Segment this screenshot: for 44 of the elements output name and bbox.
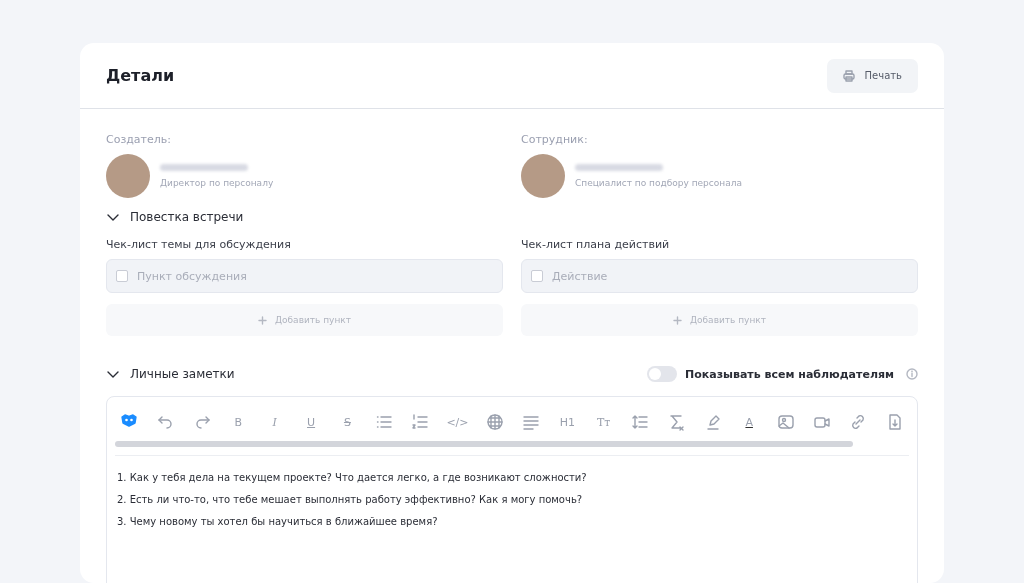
section-title: Личные заметки: [130, 367, 235, 381]
job-title: Директор по персоналу: [160, 178, 274, 188]
job-title: Специалист по подбору персонала: [575, 178, 742, 188]
avatar: [106, 154, 150, 198]
bullet-list-icon[interactable]: [374, 413, 393, 431]
clear-format-icon[interactable]: [667, 413, 686, 431]
format-button[interactable]: U: [300, 415, 322, 429]
role-label: Создатель:: [106, 133, 172, 146]
section-title: Повестка встречи: [130, 210, 244, 224]
format-button[interactable]: Tт: [593, 415, 614, 429]
numbered-list-icon[interactable]: [411, 413, 430, 431]
line-height-icon[interactable]: [631, 413, 650, 431]
checkbox[interactable]: [531, 270, 543, 282]
toggle-label: Показывать всем наблюдателям: [685, 367, 894, 381]
format-button[interactable]: H1: [557, 415, 578, 429]
toggle-switch[interactable]: [647, 366, 677, 382]
card-title: Детали: [106, 66, 175, 85]
checklist-title: Чек-лист темы для обсуждения: [106, 238, 292, 251]
avatar: [521, 154, 565, 198]
checklist-item-field[interactable]: Пункт обсуждения: [106, 259, 503, 293]
table-icon[interactable]: [485, 413, 504, 431]
print-button[interactable]: Печать: [826, 58, 918, 93]
format-button[interactable]: </>: [446, 415, 469, 429]
checklist-item-field[interactable]: Действие: [521, 259, 918, 293]
format-button[interactable]: B: [228, 415, 249, 429]
plus-icon: [673, 315, 683, 325]
checkbox[interactable]: [116, 270, 128, 282]
note-text: 1. Как у тебя дела на текущем проекте? Что дается легко, а где возникают сложности?: [117, 472, 588, 483]
image-icon[interactable]: [776, 413, 795, 431]
note-text: 3. Чему новому ты хотел бы научиться в ближайшее время?: [117, 516, 439, 527]
plus-icon: [258, 315, 268, 325]
format-button[interactable]: S: [337, 415, 358, 429]
add-item-button[interactable]: Добавить пункт: [106, 304, 503, 336]
format-button[interactable]: A: [739, 415, 760, 429]
info-icon: [906, 368, 918, 380]
format-button[interactable]: I: [264, 415, 285, 429]
text-editor[interactable]: [106, 396, 918, 583]
checklist-title: Чек-лист плана действий: [521, 238, 671, 251]
note-text: 2. Есть ли что-то, что тебе мешает выполнять работу эффективно? Как я могу помочь?: [117, 494, 584, 505]
align-icon[interactable]: [521, 413, 540, 431]
printer-icon: [842, 69, 855, 82]
scrollbar-thumb[interactable]: [115, 441, 854, 447]
role-label: Сотрудник:: [521, 133, 589, 146]
add-item-button[interactable]: Добавить пункт: [521, 304, 918, 336]
